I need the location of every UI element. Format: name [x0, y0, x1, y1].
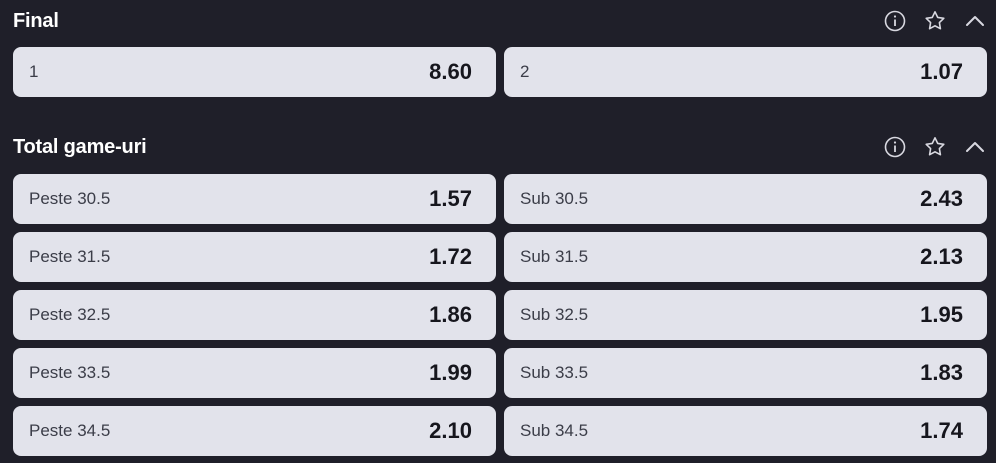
selection-label: Peste 33.5 [29, 363, 111, 382]
market-header-total-games: Total game-uri [13, 131, 988, 163]
odd-button[interactable]: Sub 34.5 1.74 [504, 406, 987, 456]
info-icon[interactable] [882, 8, 908, 34]
selection-label: Peste 34.5 [29, 421, 111, 440]
odd-value: 1.99 [429, 360, 472, 385]
star-icon[interactable] [922, 134, 948, 160]
odd-button[interactable]: 2 1.07 [504, 47, 987, 97]
odd-button[interactable]: Sub 30.5 2.43 [504, 174, 987, 224]
odd-value: 8.60 [429, 59, 472, 84]
odd-value: 1.83 [920, 360, 963, 385]
odd-button[interactable]: Sub 31.5 2.13 [504, 232, 987, 282]
selection-label: Sub 33.5 [520, 363, 589, 382]
odd-button[interactable]: 1 8.60 [13, 47, 496, 97]
chevron-up-icon[interactable] [962, 134, 988, 160]
odd-button[interactable]: Peste 32.5 1.86 [13, 290, 496, 340]
market-actions [882, 134, 988, 160]
odd-button[interactable]: Peste 33.5 1.99 [13, 348, 496, 398]
odd-value: 2.43 [920, 186, 963, 211]
market-grid-total-games: Peste 30.5 1.57 Sub 30.5 2.43 Peste 31.5… [13, 174, 992, 456]
chevron-up-icon[interactable] [962, 8, 988, 34]
selection-label: Sub 30.5 [520, 189, 589, 208]
odd-button[interactable]: Peste 31.5 1.72 [13, 232, 496, 282]
selection-label: Sub 34.5 [520, 421, 589, 440]
odd-value: 1.74 [920, 418, 963, 443]
odd-value: 1.07 [920, 59, 963, 84]
selection-label: 1 [29, 62, 39, 81]
selection-label: Peste 31.5 [29, 247, 111, 266]
selection-label: Peste 30.5 [29, 189, 111, 208]
odd-button[interactable]: Peste 34.5 2.10 [13, 406, 496, 456]
odd-button[interactable]: Sub 33.5 1.83 [504, 348, 987, 398]
market-header-final: Final [13, 5, 988, 37]
odd-value: 1.57 [429, 186, 472, 211]
market-grid-final: 1 8.60 2 1.07 [13, 47, 992, 97]
star-icon[interactable] [922, 8, 948, 34]
market-actions [882, 8, 988, 34]
odd-button[interactable]: Sub 32.5 1.95 [504, 290, 987, 340]
market-title: Total game-uri [13, 135, 147, 158]
selection-label: Peste 32.5 [29, 305, 111, 324]
odd-button[interactable]: Peste 30.5 1.57 [13, 174, 496, 224]
market-title: Final [13, 9, 59, 32]
odd-value: 1.95 [920, 302, 963, 327]
odd-value: 2.13 [920, 244, 963, 269]
selection-label: Sub 31.5 [520, 247, 589, 266]
odd-value: 1.72 [429, 244, 472, 269]
odd-value: 1.86 [429, 302, 472, 327]
odd-value: 2.10 [429, 418, 472, 443]
info-icon[interactable] [882, 134, 908, 160]
selection-label: Sub 32.5 [520, 305, 589, 324]
selection-label: 2 [520, 62, 530, 81]
